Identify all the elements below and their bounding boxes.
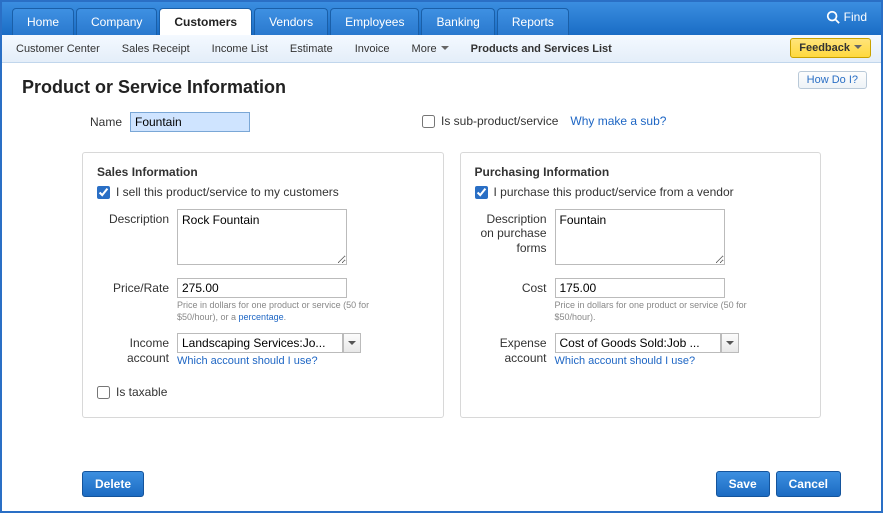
subnav-more[interactable]: More — [412, 39, 449, 59]
price-label: Price/Rate — [97, 278, 169, 323]
percentage-link[interactable]: percentage — [239, 312, 284, 322]
price-hint: Price in dollars for one product or serv… — [177, 300, 377, 323]
find-button[interactable]: Find — [826, 10, 867, 24]
cost-hint: Price in dollars for one product or serv… — [555, 300, 755, 323]
subnav-customer-center[interactable]: Customer Center — [16, 39, 100, 59]
name-label: Name — [82, 115, 122, 129]
tab-customers[interactable]: Customers — [159, 8, 252, 35]
tab-reports[interactable]: Reports — [497, 8, 569, 35]
subnav-products-services[interactable]: Products and Services List — [471, 39, 612, 59]
tab-home[interactable]: Home — [12, 8, 74, 35]
sales-panel: Sales Information I sell this product/se… — [82, 152, 444, 418]
sub-product-label: Is sub-product/service — [441, 114, 558, 128]
expense-account-label: Expense account — [475, 333, 547, 367]
subnav-invoice[interactable]: Invoice — [355, 39, 390, 59]
feedback-button[interactable]: Feedback — [790, 38, 871, 58]
expense-account-help-link[interactable]: Which account should I use? — [555, 355, 807, 367]
purchasing-panel-title: Purchasing Information — [475, 165, 807, 179]
subnav-income-list[interactable]: Income List — [212, 39, 268, 59]
cancel-button[interactable]: Cancel — [776, 471, 841, 497]
purchase-checkbox-label: I purchase this product/service from a v… — [494, 185, 734, 199]
taxable-checkbox[interactable] — [97, 386, 110, 399]
save-button[interactable]: Save — [716, 471, 770, 497]
tab-vendors[interactable]: Vendors — [254, 8, 328, 35]
income-account-select[interactable] — [177, 333, 343, 353]
footer: Delete Save Cancel — [2, 471, 881, 497]
tab-banking[interactable]: Banking — [421, 8, 494, 35]
purchase-description-label: Description on purchase forms — [475, 209, 547, 268]
sell-checkbox-label: I sell this product/service to my custom… — [116, 185, 339, 199]
how-do-i-button[interactable]: How Do I? — [798, 71, 867, 89]
search-icon — [826, 10, 840, 24]
expense-account-dropdown-btn[interactable] — [721, 333, 739, 353]
top-nav: Home Company Customers Vendors Employees… — [2, 2, 881, 35]
cost-label: Cost — [475, 278, 547, 323]
sell-checkbox[interactable] — [97, 186, 110, 199]
cost-input[interactable] — [555, 278, 725, 298]
income-account-label: Income account — [97, 333, 169, 367]
purchase-description-textarea[interactable] — [555, 209, 725, 265]
sales-panel-title: Sales Information — [97, 165, 429, 179]
sub-product-checkbox[interactable] — [422, 115, 435, 128]
sub-product-row: Is sub-product/service Why make a sub? — [422, 114, 861, 128]
content-area: How Do I? Product or Service Information… — [2, 63, 881, 418]
income-account-dropdown-btn[interactable] — [343, 333, 361, 353]
purchase-checkbox[interactable] — [475, 186, 488, 199]
delete-button[interactable]: Delete — [82, 471, 144, 497]
name-input[interactable] — [130, 112, 250, 132]
subnav-sales-receipt[interactable]: Sales Receipt — [122, 39, 190, 59]
page-title: Product or Service Information — [22, 77, 861, 98]
expense-account-select[interactable] — [555, 333, 721, 353]
purchasing-panel: Purchasing Information I purchase this p… — [460, 152, 822, 418]
taxable-label: Is taxable — [116, 385, 167, 399]
subnav-estimate[interactable]: Estimate — [290, 39, 333, 59]
sales-description-textarea[interactable] — [177, 209, 347, 265]
why-make-sub-link[interactable]: Why make a sub? — [570, 114, 666, 128]
sales-description-label: Description — [97, 209, 169, 268]
tab-company[interactable]: Company — [76, 8, 157, 35]
income-account-help-link[interactable]: Which account should I use? — [177, 355, 429, 367]
price-input[interactable] — [177, 278, 347, 298]
tab-employees[interactable]: Employees — [330, 8, 419, 35]
sub-nav: Customer Center Sales Receipt Income Lis… — [2, 35, 881, 63]
find-label: Find — [844, 10, 867, 24]
